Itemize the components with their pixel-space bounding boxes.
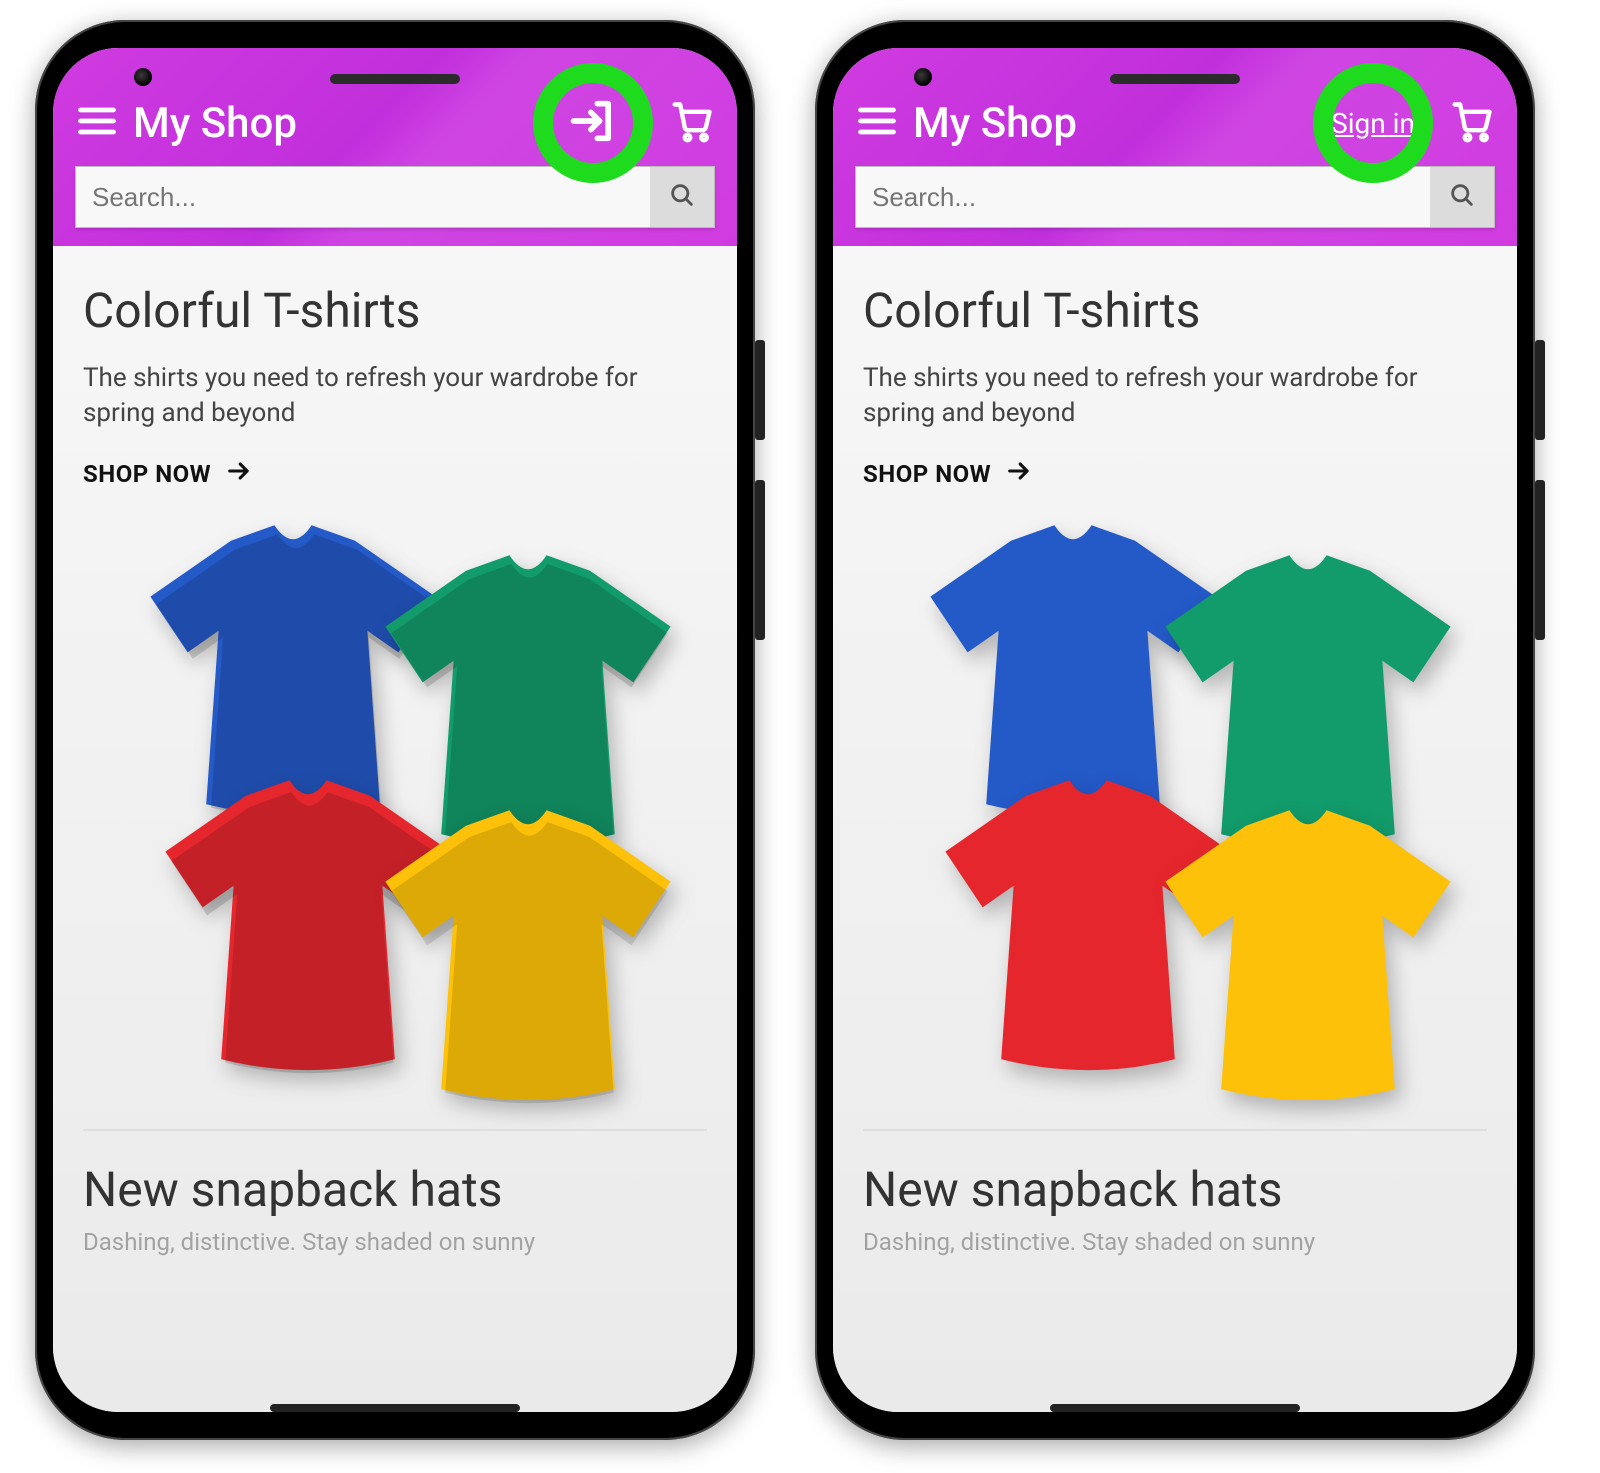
highlight-ring (533, 63, 653, 183)
arrow-right-icon (225, 457, 253, 491)
signin-cta[interactable] (533, 63, 653, 183)
search-icon (668, 181, 696, 213)
cart-icon[interactable] (1451, 99, 1495, 147)
phone-speaker (270, 1404, 520, 1412)
second-hero-title: New snapback hats (863, 1161, 1487, 1218)
second-hero-subtitle: Dashing, distinctive. Stay shaded on sun… (863, 1226, 1487, 1258)
shop-now-button[interactable]: SHOP NOW (863, 457, 1487, 491)
search-button[interactable] (650, 167, 714, 227)
shop-now-label: SHOP NOW (83, 460, 211, 488)
phone-side-button (1535, 480, 1545, 640)
arrow-right-icon (1005, 457, 1033, 491)
hamburger-icon[interactable] (855, 99, 899, 147)
phone-mockup-right: My Shop Sign in (815, 20, 1535, 1440)
shop-now-label: SHOP NOW (863, 460, 991, 488)
hero-title: Colorful T-shirts (83, 282, 707, 339)
phone-camera (914, 68, 932, 86)
app-title: My Shop (133, 99, 519, 148)
phone-mockup-left: My Shop (35, 20, 755, 1440)
shop-now-button[interactable]: SHOP NOW (83, 457, 707, 491)
hero-subtitle: The shirts you need to refresh your ward… (83, 361, 707, 431)
second-hero-title: New snapback hats (83, 1161, 707, 1218)
phone-notch (1110, 74, 1240, 84)
app-title: My Shop (913, 99, 1299, 148)
highlight-ring (1313, 63, 1433, 183)
search-button[interactable] (1430, 167, 1494, 227)
search-icon (1448, 181, 1476, 213)
phone-side-button (1535, 340, 1545, 440)
signin-cta[interactable]: Sign in (1313, 63, 1433, 183)
tshirt-yellow (1153, 801, 1463, 1111)
hero-title: Colorful T-shirts (863, 282, 1487, 339)
product-image (83, 501, 707, 1111)
phone-screen: My Shop Sign in (833, 48, 1517, 1412)
phone-camera (134, 68, 152, 86)
second-hero-subtitle: Dashing, distinctive. Stay shaded on sun… (83, 1226, 707, 1258)
main-content: Colorful T-shirts The shirts you need to… (833, 246, 1517, 1412)
phone-side-button (755, 340, 765, 440)
product-image (863, 501, 1487, 1111)
hero-subtitle: The shirts you need to refresh your ward… (863, 361, 1487, 431)
cart-icon[interactable] (671, 99, 715, 147)
tshirt-yellow (373, 801, 683, 1111)
phone-screen: My Shop (53, 48, 737, 1412)
phone-side-button (755, 480, 765, 640)
main-content: Colorful T-shirts The shirts you need to… (53, 246, 737, 1412)
hamburger-icon[interactable] (75, 99, 119, 147)
phone-notch (330, 74, 460, 84)
phone-speaker (1050, 1404, 1300, 1412)
second-hero: New snapback hats Dashing, distinctive. … (83, 1129, 707, 1258)
second-hero: New snapback hats Dashing, distinctive. … (863, 1129, 1487, 1258)
